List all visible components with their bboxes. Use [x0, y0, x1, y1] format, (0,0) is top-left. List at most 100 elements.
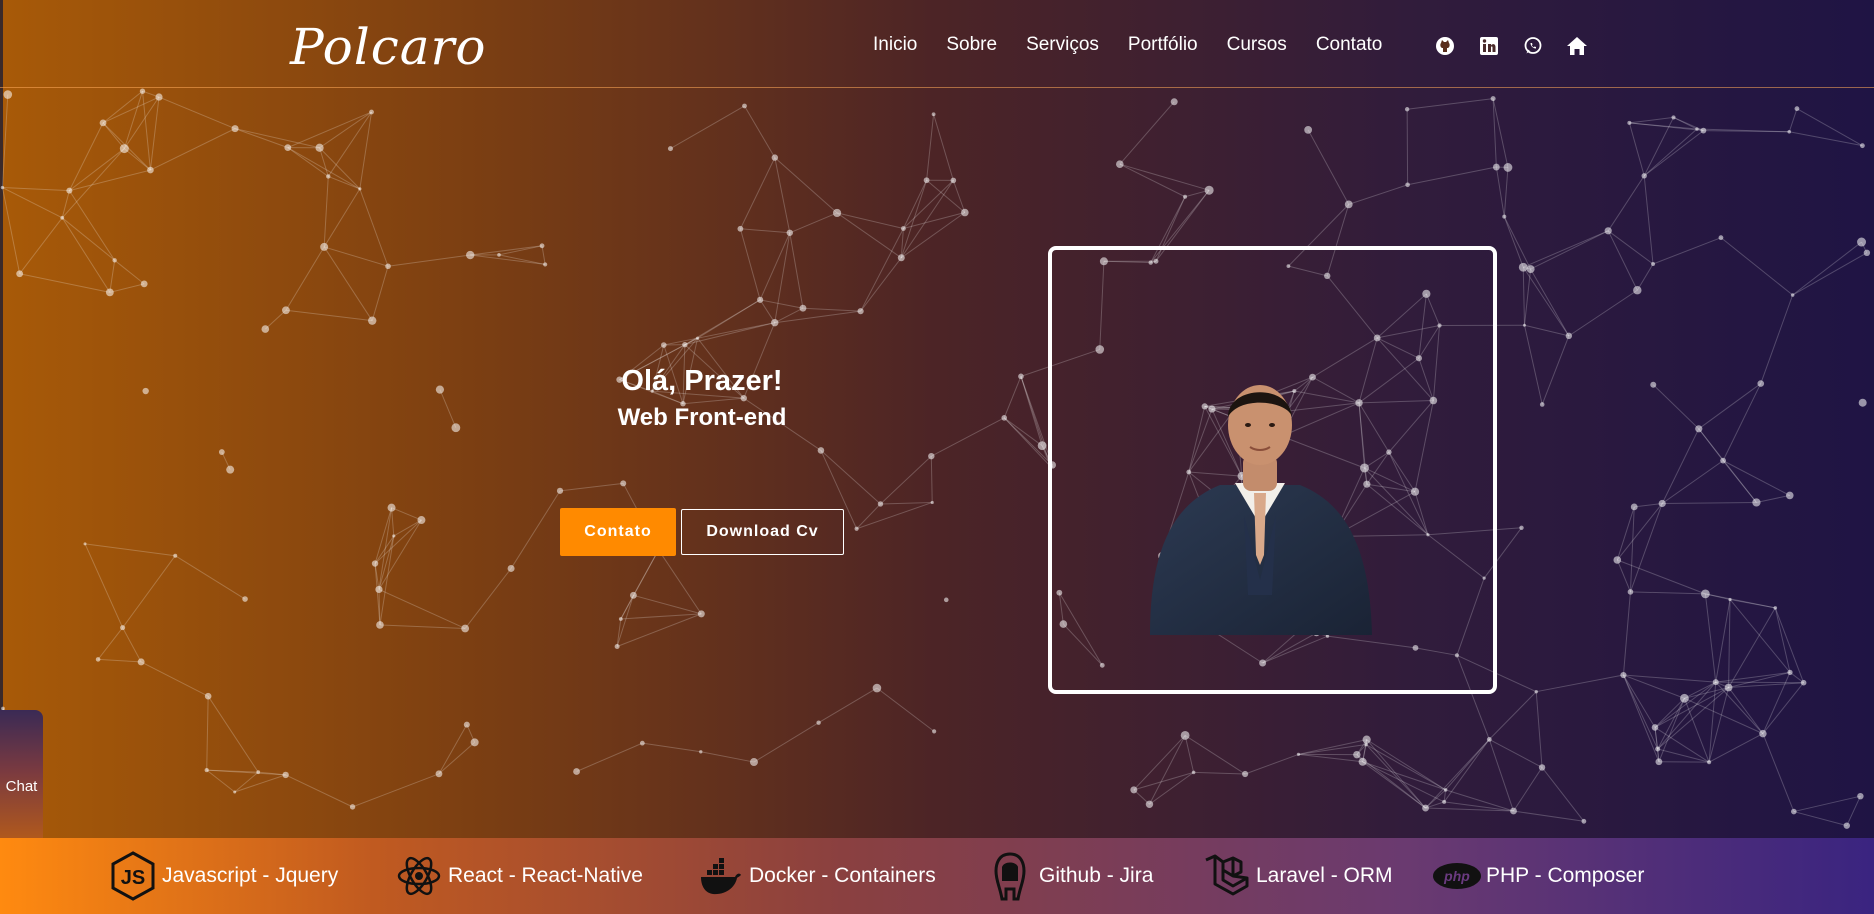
network-line	[1789, 131, 1863, 147]
network-line	[319, 111, 372, 149]
network-line	[97, 627, 124, 660]
network-line	[1722, 460, 1790, 496]
network-node	[742, 103, 747, 109]
network-node	[1510, 807, 1517, 815]
skill-docker: Docker - Containers	[695, 838, 936, 914]
skill-label: Javascript - Jquery	[162, 864, 339, 887]
nav-servicos[interactable]: Serviços	[1026, 34, 1099, 56]
network-line	[150, 128, 236, 171]
github-icon[interactable]	[1432, 33, 1458, 59]
download-cv-button[interactable]: Download Cv	[681, 509, 844, 555]
network-line	[379, 535, 395, 626]
network-node	[1519, 525, 1524, 530]
network-line	[1568, 289, 1638, 337]
network-node	[897, 254, 905, 262]
logo[interactable]: Polcaro	[290, 18, 487, 76]
network-line	[323, 176, 329, 247]
network-line	[856, 501, 933, 530]
network-node	[1800, 679, 1807, 686]
network-node	[368, 316, 377, 325]
network-line	[61, 148, 125, 219]
network-line	[234, 128, 320, 149]
network-line	[1762, 682, 1805, 734]
network-node	[1785, 491, 1794, 500]
network-node	[1700, 589, 1710, 599]
nav-sobre[interactable]: Sobre	[946, 34, 997, 56]
network-node	[83, 542, 87, 546]
network-node	[137, 658, 145, 666]
skill-label: Laravel - ORM	[1256, 864, 1393, 887]
network-node	[349, 804, 356, 810]
network-line	[836, 212, 904, 229]
network-node	[451, 423, 461, 433]
network-line	[744, 105, 776, 158]
skill-github: Github - Jira	[985, 838, 1153, 914]
network-node	[173, 553, 178, 558]
network-line	[1629, 506, 1635, 592]
linkedin-icon[interactable]	[1476, 33, 1502, 59]
network-node	[695, 336, 700, 340]
network-line	[541, 245, 546, 265]
network-node	[817, 447, 825, 454]
network-node	[1443, 788, 1448, 792]
contact-button[interactable]: Contato	[560, 508, 676, 556]
network-line	[789, 232, 804, 309]
network-line	[1760, 294, 1794, 384]
network-node	[961, 208, 969, 217]
network-node	[1651, 724, 1659, 731]
network-line	[1524, 324, 1569, 337]
nav-cursos[interactable]: Cursos	[1227, 34, 1287, 56]
network-line	[1495, 166, 1505, 217]
network-line	[387, 254, 471, 267]
nav-inicio[interactable]: Inicio	[873, 34, 917, 56]
network-line	[1184, 735, 1246, 775]
network-line	[1629, 116, 1674, 124]
skills-bar: JS Javascript - Jquery React - React-Nat…	[0, 838, 1874, 914]
network-node	[371, 560, 379, 567]
network-line	[1793, 795, 1861, 813]
network-line	[206, 769, 286, 776]
network-line	[774, 310, 861, 324]
network-node	[1539, 402, 1545, 407]
chat-label: Chat	[5, 778, 38, 795]
network-node	[854, 526, 859, 531]
network-line	[98, 658, 142, 663]
skill-javascript: JS Javascript - Jquery	[108, 838, 338, 914]
network-node	[618, 617, 623, 621]
network-line	[1643, 175, 1654, 265]
network-node	[620, 480, 627, 487]
network-line	[740, 228, 790, 234]
network-line	[1756, 494, 1790, 503]
network-node	[1405, 182, 1410, 188]
network-node	[1720, 457, 1726, 464]
network-line	[1133, 735, 1186, 791]
network-node	[1130, 786, 1138, 794]
network-node	[1641, 173, 1647, 179]
network-node	[3, 90, 13, 99]
network-node	[140, 280, 148, 288]
whatsapp-icon[interactable]	[1520, 33, 1546, 59]
network-node	[1633, 286, 1642, 295]
network-node	[1671, 115, 1676, 120]
network-node	[119, 144, 129, 154]
network-line	[860, 228, 904, 312]
network-line	[1523, 230, 1609, 268]
home-icon[interactable]	[1564, 33, 1590, 59]
network-line	[1119, 101, 1175, 165]
network-node	[284, 144, 292, 152]
network-line	[684, 322, 775, 346]
network-line	[1133, 771, 1194, 791]
network-node	[1191, 770, 1196, 775]
network-node	[204, 692, 212, 700]
nav-contato[interactable]: Contato	[1316, 34, 1383, 56]
network-node	[1422, 804, 1429, 812]
network-node	[1680, 693, 1689, 703]
nav-portfolio[interactable]: Portfólio	[1128, 34, 1198, 56]
network-node	[857, 308, 864, 315]
network-node	[614, 644, 620, 650]
network-line	[1607, 230, 1654, 265]
network-line	[931, 417, 1005, 457]
network-node	[872, 683, 882, 693]
network-node	[573, 768, 580, 775]
network-line	[84, 543, 124, 628]
